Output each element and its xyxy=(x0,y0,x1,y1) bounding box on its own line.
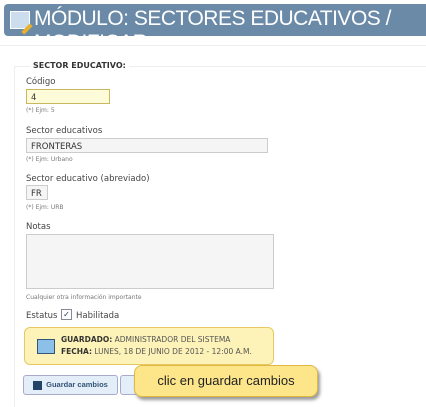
saved-label: GUARDADO: xyxy=(61,335,113,344)
habilitada-checkbox[interactable]: ✓ xyxy=(61,309,72,320)
notas-hint: Cualquier otra información importante xyxy=(26,294,142,301)
tutorial-callout: clic en guardar cambios xyxy=(134,365,318,397)
audit-info-box: GUARDADO: ADMINISTRADOR DEL SISTEMA FECH… xyxy=(24,327,274,365)
codigo-input[interactable]: 4 xyxy=(26,89,110,104)
notas-label: Notas xyxy=(26,222,51,232)
codigo-hint: (*) Ejm: 5 xyxy=(26,107,55,114)
saved-value: ADMINISTRADOR DEL SISTEMA xyxy=(114,335,231,344)
notas-textarea[interactable] xyxy=(26,234,274,289)
abrev-hint: (*) Ejm: URB xyxy=(26,204,64,211)
abrev-input[interactable]: FR xyxy=(26,185,48,200)
page-title: MÓDULO: SECTORES EDUCATIVOS / MODIFICAR xyxy=(34,7,391,54)
date-label: FECHA: xyxy=(61,347,92,356)
save-button[interactable]: Guardar cambios xyxy=(23,375,118,395)
floppy-icon xyxy=(33,380,43,390)
habilitada-label: Habilitada xyxy=(76,311,120,321)
estatus-label: Estatus xyxy=(26,311,58,321)
save-button-label: Guardar cambios xyxy=(46,380,108,390)
sector-label: Sector educativos xyxy=(26,126,103,136)
fieldset-legend: SECTOR EDUCATIVO: xyxy=(30,61,129,70)
abrev-label: Sector educativo (abreviado) xyxy=(26,174,150,184)
date-value: LUNES, 18 DE JUNIO DE 2012 - 12:00 A.M. xyxy=(94,347,252,356)
edit-form-icon xyxy=(10,11,30,29)
sector-input[interactable]: FRONTERAS xyxy=(26,138,268,153)
sector-hint: (*) Ejm: Urbano xyxy=(26,156,73,163)
user-card-icon xyxy=(37,339,55,354)
codigo-label: Código xyxy=(26,77,56,87)
page-header: MÓDULO: SECTORES EDUCATIVOS / MODIFICAR xyxy=(4,4,426,54)
divider xyxy=(0,45,426,46)
